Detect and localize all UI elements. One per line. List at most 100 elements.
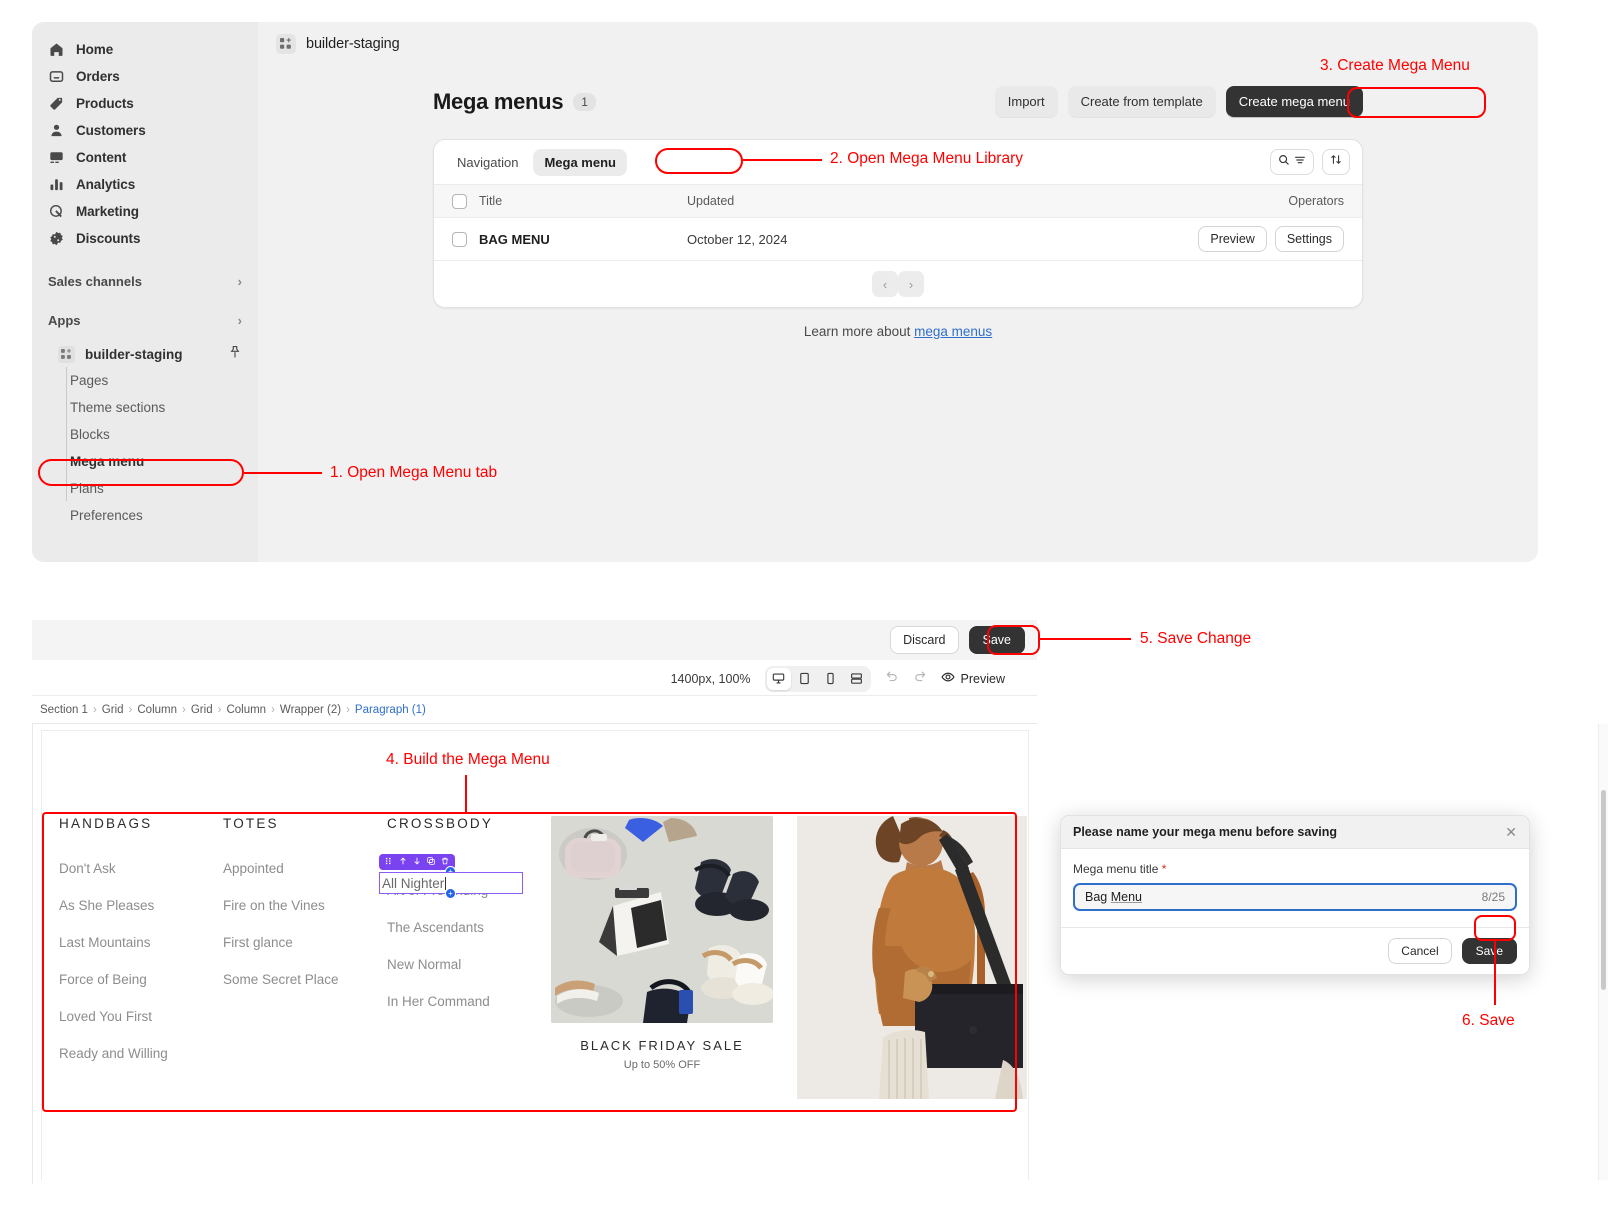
sidebar-item-label: Marketing [76,204,139,219]
sidebar-item-blocks[interactable]: Blocks [40,421,250,448]
sidebar-item-marketing[interactable]: Marketing [40,198,250,225]
sort-button[interactable] [1322,149,1350,175]
builder-top-bar: Discard Save [32,620,1037,660]
sidebar-item-theme-sections[interactable]: Theme sections [40,394,250,421]
menu-link[interactable]: As She Pleases [59,898,215,913]
close-icon[interactable]: ✕ [1505,824,1517,841]
promo-model-image[interactable] [797,816,1027,1099]
pagination-next-button[interactable]: › [898,271,924,297]
sidebar-group-sales-channels[interactable]: Sales channels › [40,268,250,294]
tab-navigation[interactable]: Navigation [446,149,529,176]
path-segment[interactable]: Section 1 [40,704,88,716]
column-title: Title [479,194,503,208]
row-checkbox[interactable] [452,231,467,247]
menu-link[interactable]: The Ascendants [387,920,543,935]
duplicate-icon[interactable] [427,857,435,867]
preview-button[interactable]: Preview [1198,226,1267,252]
import-button[interactable]: Import [994,86,1058,117]
fullwidth-icon[interactable] [845,668,869,690]
sidebar-item-plans[interactable]: Plans [40,475,250,502]
content-image-icon [48,149,65,166]
promo-product-image [551,816,773,1023]
select-all-checkbox[interactable] [452,193,467,209]
search-filter-button[interactable] [1270,149,1314,175]
sidebar-item-orders[interactable]: Orders [40,63,250,90]
mega-menu-column-totes: TOTES Appointed Fire on the Vines First … [215,816,379,1111]
annotation-step-4: 4. Build the Mega Menu [386,751,550,768]
path-segment[interactable]: Column [137,704,177,716]
page-count-badge: 1 [573,92,596,111]
create-mega-menu-button[interactable]: Create mega menu [1225,86,1363,117]
annotation-step-5: 5. Save Change [1140,630,1252,647]
canvas-scrollbar[interactable] [1598,724,1608,1180]
menu-link[interactable]: Last Mountains [59,935,215,950]
undo-icon[interactable] [885,669,899,688]
pagination-prev-button[interactable]: ‹ [872,271,898,297]
drag-handle-icon[interactable] [385,857,393,867]
mega-menu-title-input[interactable]: Bag Menu 8/25 [1073,883,1517,911]
redo-icon[interactable] [913,669,927,688]
tablet-icon[interactable] [793,668,817,690]
path-segment[interactable]: Grid [191,704,213,716]
promo-title: BLACK FRIDAY SALE [580,1038,744,1053]
mega-menus-link[interactable]: mega menus [914,324,992,339]
save-button[interactable]: Save [968,626,1025,654]
menu-link[interactable]: Loved You First [59,1009,215,1024]
sidebar-item-label: Home [76,42,114,57]
sort-arrows-icon [1330,153,1342,171]
sidebar-item-content[interactable]: Content [40,144,250,171]
desktop-icon[interactable] [766,667,791,690]
element-path-breadcrumb: Section 1 › Grid › Column › Grid › Column › W… [32,696,1037,724]
menu-link[interactable]: Fire on the Vines [223,898,379,913]
move-up-icon[interactable] [399,857,407,867]
learn-more-text: Learn more about mega menus [433,324,1363,339]
row-operators: Preview Settings [1198,226,1344,252]
path-segment-current[interactable]: Paragraph (1) [355,704,426,716]
sidebar-group-apps[interactable]: Apps › [40,307,250,333]
undo-redo-group [885,669,927,688]
preview-toggle[interactable]: Preview [940,670,1005,687]
path-segment[interactable]: Grid [102,704,124,716]
modal-cancel-button[interactable]: Cancel [1388,938,1452,964]
menu-link[interactable]: New Normal [387,957,543,972]
sidebar-item-home[interactable]: Home [40,36,250,63]
sidebar-item-analytics[interactable]: Analytics [40,171,250,198]
modal-body: Mega menu title * Bag Menu 8/25 [1061,849,1529,928]
menu-link[interactable]: In Her Command [387,994,543,1009]
sidebar-app-label: builder-staging [85,346,183,362]
path-segment[interactable]: Wrapper (2) [280,704,341,716]
sidebar-item-products[interactable]: Products [40,90,250,117]
menu-link[interactable]: Appointed [223,861,379,876]
sidebar-item-preferences[interactable]: Preferences [40,502,250,529]
menu-link[interactable]: Some Secret Place [223,972,379,987]
move-down-icon[interactable] [413,857,421,867]
discard-button[interactable]: Discard [890,626,959,654]
path-segment[interactable]: Column [226,704,266,716]
menu-link[interactable]: Ready and Willing [59,1046,215,1061]
sidebar-item-mega-menu[interactable]: Mega menu [40,448,250,475]
path-separator: › [182,703,186,716]
menu-link[interactable]: First glance [223,935,379,950]
mega-menu-column-crossbody: CROSSBODY All Nighter + The Ascendants N… [379,816,543,1111]
promo-card[interactable]: BLACK FRIDAY SALE Up to 50% OFF [551,816,773,1071]
tab-mega-menu[interactable]: Mega menu [533,148,627,176]
sidebar-item-pages[interactable]: Pages [40,367,250,394]
sidebar-group-label: Apps [48,312,81,328]
sidebar-item-customers[interactable]: Customers [40,117,250,144]
annotation-step-1: 1. Open Mega Menu tab [330,464,498,481]
sidebar-item-label: Orders [76,69,120,84]
sidebar-app-builder-staging[interactable]: builder-staging [40,341,250,367]
add-below-handle[interactable]: + [445,888,456,899]
sidebar-group-label: Sales channels [48,273,142,289]
create-from-template-button[interactable]: Create from template [1067,86,1216,117]
analytics-bars-icon [48,176,65,193]
row-title: BAG MENU [479,231,550,247]
sidebar-item-discounts[interactable]: Discounts [40,225,250,252]
settings-button[interactable]: Settings [1274,226,1344,252]
menu-link[interactable]: Don't Ask [59,861,215,876]
modal-save-button[interactable]: Save [1461,938,1517,964]
scrollbar-thumb[interactable] [1601,790,1606,990]
menu-link[interactable]: Force of Being [59,972,215,987]
pin-icon[interactable] [228,345,242,364]
mobile-icon[interactable] [819,668,843,690]
